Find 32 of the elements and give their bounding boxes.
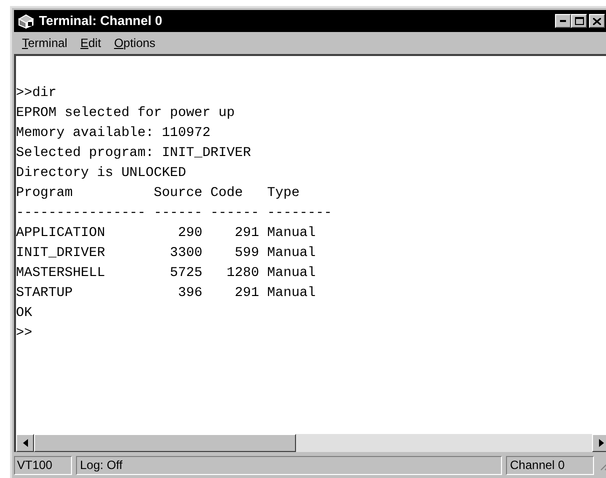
status-panel: Channel 0	[506, 456, 594, 474]
terminal-line: Program Source Code Type	[16, 185, 300, 203]
close-button[interactable]	[589, 14, 605, 28]
terminal-line: Directory is UNLOCKED	[16, 165, 186, 183]
terminal-line: Selected program: INIT_DRIVER	[16, 145, 251, 163]
terminal-line: Memory available: 110972	[16, 125, 210, 143]
minimize-icon	[560, 20, 566, 22]
close-icon	[593, 18, 601, 24]
window-title: Terminal: Channel 0	[39, 12, 164, 30]
terminal-line: APPLICATION 290 291 Manual	[16, 225, 316, 243]
status-panel: VT100	[14, 456, 72, 474]
scroll-left-button[interactable]	[16, 434, 34, 452]
menu-item[interactable]: Terminal	[22, 34, 68, 52]
status-panel: Log: Off	[76, 456, 502, 474]
menu-item[interactable]: Options	[114, 34, 156, 52]
minimize-button[interactable]	[555, 14, 571, 28]
terminal-line: INIT_DRIVER 3300 599 Manual	[16, 245, 316, 263]
terminal-line: >>	[16, 325, 32, 343]
terminal-icon	[17, 13, 35, 29]
maximize-icon	[574, 17, 584, 25]
terminal-line: ---------------- ------ ------ --------	[16, 205, 332, 223]
maximize-button[interactable]	[571, 14, 587, 28]
terminal-line: >>dir	[16, 85, 57, 103]
right-arrow-icon	[598, 439, 604, 447]
terminal-line: OK	[16, 305, 32, 323]
scroll-thumb[interactable]	[34, 434, 296, 452]
terminal-line: STARTUP 396 291 Manual	[16, 285, 316, 303]
menu-item[interactable]: Edit	[80, 34, 102, 52]
left-arrow-icon	[22, 439, 28, 447]
terminal-line: MASTERSHELL 5725 1280 Manual	[16, 265, 316, 283]
terminal-line: EPROM selected for power up	[16, 105, 235, 123]
scroll-right-button[interactable]	[592, 434, 606, 452]
